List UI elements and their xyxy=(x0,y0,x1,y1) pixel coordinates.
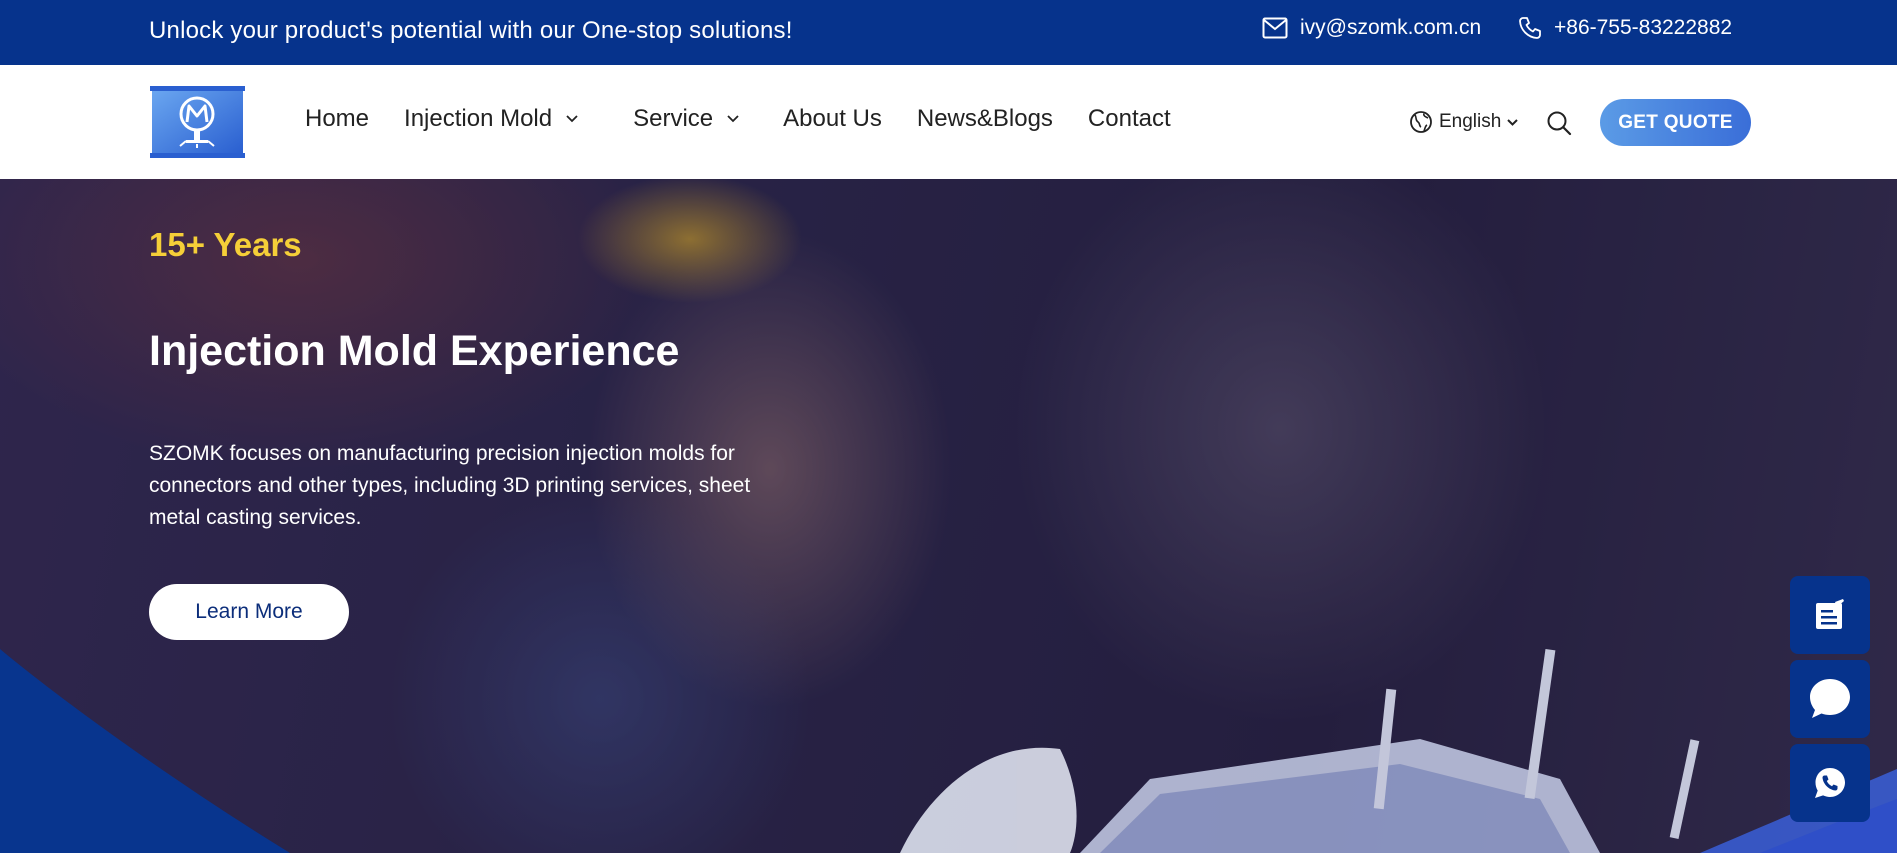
chevron-down-icon xyxy=(1507,118,1519,126)
main-header: Home Injection Mold Service About Us New… xyxy=(0,65,1897,179)
top-slogan: Unlock your product's potential with our… xyxy=(149,17,793,44)
nav-about-us[interactable]: About Us xyxy=(783,105,882,133)
inquiry-form-button[interactable] xyxy=(1790,576,1870,654)
whatsapp-button[interactable] xyxy=(1790,744,1870,822)
language-label: English xyxy=(1439,111,1502,132)
mail-icon xyxy=(1262,17,1288,39)
phone-text: +86-755-83222882 xyxy=(1554,16,1733,39)
mold-part-illustration xyxy=(900,649,1700,853)
nav-service-label: Service xyxy=(633,105,714,132)
chevron-down-icon xyxy=(727,115,739,123)
search-icon[interactable] xyxy=(1546,110,1572,141)
phone-icon xyxy=(1519,17,1541,39)
main-nav: Home Injection Mold Service About Us New… xyxy=(305,105,1171,133)
nav-home[interactable]: Home xyxy=(305,105,369,133)
nav-injection-mold-label: Injection Mold xyxy=(404,105,553,132)
email-text: ivy@szomk.com.cn xyxy=(1300,16,1482,39)
hero-banner: 15+ Years Injection Mold Experience SZOM… xyxy=(0,179,1897,853)
nav-service[interactable]: Service xyxy=(633,105,739,133)
whatsapp-icon xyxy=(1815,768,1845,798)
globe-icon xyxy=(1410,111,1432,133)
szomk-logo[interactable] xyxy=(150,86,245,158)
hero-years: 15+ Years xyxy=(149,226,302,263)
nav-contact[interactable]: Contact xyxy=(1088,105,1171,133)
nav-news-blogs[interactable]: News&Blogs xyxy=(917,105,1053,133)
nav-injection-mold[interactable]: Injection Mold xyxy=(404,105,578,133)
get-quote-button[interactable]: GET QUOTE xyxy=(1600,99,1751,146)
chevron-down-icon xyxy=(566,115,578,123)
hero-title: Injection Mold Experience xyxy=(149,327,680,375)
email-link[interactable]: ivy@szomk.com.cn xyxy=(1262,16,1481,40)
phone-link[interactable]: +86-755-83222882 xyxy=(1518,16,1732,40)
form-icon xyxy=(1816,599,1844,629)
top-bar: Unlock your product's potential with our… xyxy=(0,0,1897,65)
chat-icon xyxy=(1810,679,1850,718)
language-selector[interactable]: English xyxy=(1409,110,1519,134)
hero-description: SZOMK focuses on manufacturing precision… xyxy=(149,442,751,529)
chat-button[interactable] xyxy=(1790,660,1870,738)
learn-more-button[interactable]: Learn More xyxy=(149,584,349,640)
